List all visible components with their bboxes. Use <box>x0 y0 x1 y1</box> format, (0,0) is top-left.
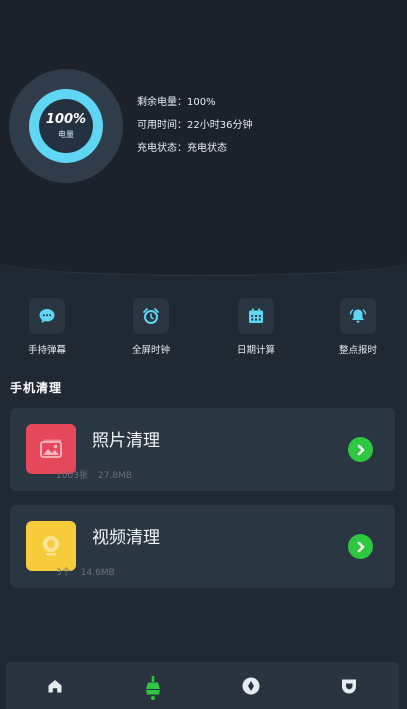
tab-clean[interactable] <box>104 662 202 709</box>
chat-bubble-icon <box>29 298 65 334</box>
card-subtitle: 3个 14.6MB <box>56 565 115 578</box>
tab-discover[interactable] <box>202 662 300 709</box>
section-title: 手机清理 <box>10 381 63 395</box>
photo-icon <box>26 424 76 474</box>
feature-label: 手持弹幕 <box>27 345 66 356</box>
bell-icon <box>340 298 376 334</box>
available-time: 可用时间：22小时36分钟 <box>137 120 253 131</box>
alarm-clock-icon <box>133 298 169 334</box>
battery-panel: 100% 电量 剩余电量：100% 可用时间：22小时36分钟 充电状态：充电状… <box>0 0 407 276</box>
video-cleanup-card[interactable]: 视频清理 3个 14.6MB <box>10 505 395 588</box>
tab-profile[interactable] <box>300 662 398 709</box>
feature-barrage[interactable]: 手持弹幕 <box>7 298 87 356</box>
feature-date-calc[interactable]: 日期计算 <box>216 298 296 356</box>
remaining-charge: 剩余电量：100% <box>137 97 216 108</box>
home-icon <box>48 679 62 692</box>
tab-home[interactable] <box>6 662 104 709</box>
calendar-icon <box>238 298 274 334</box>
file-size: 14.6MB <box>80 568 115 578</box>
photo-cleanup-card[interactable]: 照片清理 1003张 27.8MB <box>10 408 395 491</box>
go-arrow-button[interactable] <box>348 437 373 462</box>
compass-icon <box>242 677 260 694</box>
broom-icon <box>146 675 160 694</box>
feature-shortcuts: 手持弹幕 全屏时钟 日期计算 整点报时 <box>0 298 407 358</box>
file-count: 1003张 <box>56 471 88 481</box>
battery-gauge-label: 电量 <box>58 129 74 139</box>
feature-label: 全屏时钟 <box>131 345 170 356</box>
battery-gauge-ring: 100% 电量 <box>29 89 103 163</box>
card-title: 照片清理 <box>92 431 160 451</box>
go-arrow-button[interactable] <box>348 534 373 559</box>
charge-status: 充电状态：充电状态 <box>137 143 227 154</box>
feature-hourly-chime[interactable]: 整点报时 <box>318 298 398 356</box>
feature-label: 整点报时 <box>338 345 377 356</box>
feature-fullscreen-clock[interactable]: 全屏时钟 <box>111 298 191 356</box>
active-tab-indicator <box>151 696 155 700</box>
file-count: 3个 <box>56 568 71 578</box>
file-size: 27.8MB <box>97 471 132 481</box>
card-title: 视频清理 <box>92 528 160 548</box>
profile-icon <box>342 679 356 693</box>
bottom-tab-bar <box>6 662 399 709</box>
battery-gauge: 100% 电量 <box>9 69 123 183</box>
battery-percent: 100% <box>45 111 87 127</box>
battery-gauge-center: 100% 电量 <box>39 99 93 153</box>
card-subtitle: 1003张 27.8MB <box>56 468 132 481</box>
video-icon <box>26 521 76 571</box>
feature-label: 日期计算 <box>236 345 275 356</box>
battery-info: 剩余电量：100% 可用时间：22小时36分钟 充电状态：充电状态 <box>137 96 252 165</box>
